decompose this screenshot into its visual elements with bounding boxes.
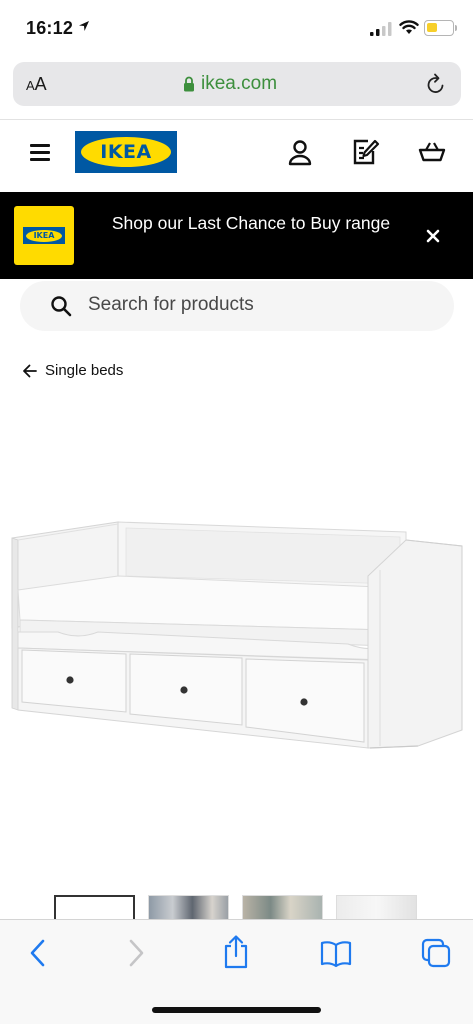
ikea-logo[interactable]: IKEA <box>75 131 177 173</box>
logo-text: IKEA <box>100 141 152 163</box>
product-image[interactable] <box>8 510 466 760</box>
status-time: 16:12 <box>26 18 74 38</box>
user-icon[interactable] <box>287 139 313 167</box>
home-indicator[interactable] <box>152 1007 321 1013</box>
forward-icon[interactable] <box>126 938 146 968</box>
site-header: IKEA <box>0 119 473 191</box>
address-bar[interactable]: AA ikea.com <box>13 62 461 106</box>
search-icon <box>51 296 72 317</box>
url-text: ikea.com <box>201 73 278 94</box>
tabs-icon[interactable] <box>420 937 452 969</box>
url-field[interactable]: ikea.com <box>183 73 277 95</box>
promo-message[interactable]: Shop our Last Chance to Buy range <box>110 210 392 237</box>
reload-icon[interactable] <box>425 72 447 96</box>
breadcrumb-label: Single beds <box>45 362 124 379</box>
menu-icon[interactable] <box>30 144 50 162</box>
location-arrow-icon <box>79 21 89 31</box>
promo-banner[interactable]: IKEA Shop our Last Chance to Buy range <box>0 192 473 279</box>
close-icon[interactable] <box>425 228 441 244</box>
wifi-icon <box>399 20 419 34</box>
basket-icon[interactable] <box>418 140 446 164</box>
promo-logo: IKEA <box>14 206 74 265</box>
shopping-list-icon[interactable] <box>352 138 380 166</box>
battery-icon <box>424 20 457 36</box>
search-input[interactable]: Search for products <box>20 281 454 331</box>
promo-logo-text: IKEA <box>33 231 55 240</box>
share-icon[interactable] <box>222 934 250 970</box>
breadcrumb[interactable]: Single beds <box>22 362 123 379</box>
status-bar: 16:12 <box>0 0 473 56</box>
image-thumbnails <box>54 895 417 923</box>
battery-level <box>427 23 437 32</box>
back-icon[interactable] <box>28 938 48 968</box>
text-size-button[interactable]: AA <box>26 74 47 95</box>
cellular-signal-icon <box>370 22 392 36</box>
bookmarks-icon[interactable] <box>320 940 352 968</box>
back-arrow-icon <box>23 364 37 377</box>
search-placeholder: Search for products <box>88 294 254 315</box>
lock-icon <box>184 76 194 92</box>
